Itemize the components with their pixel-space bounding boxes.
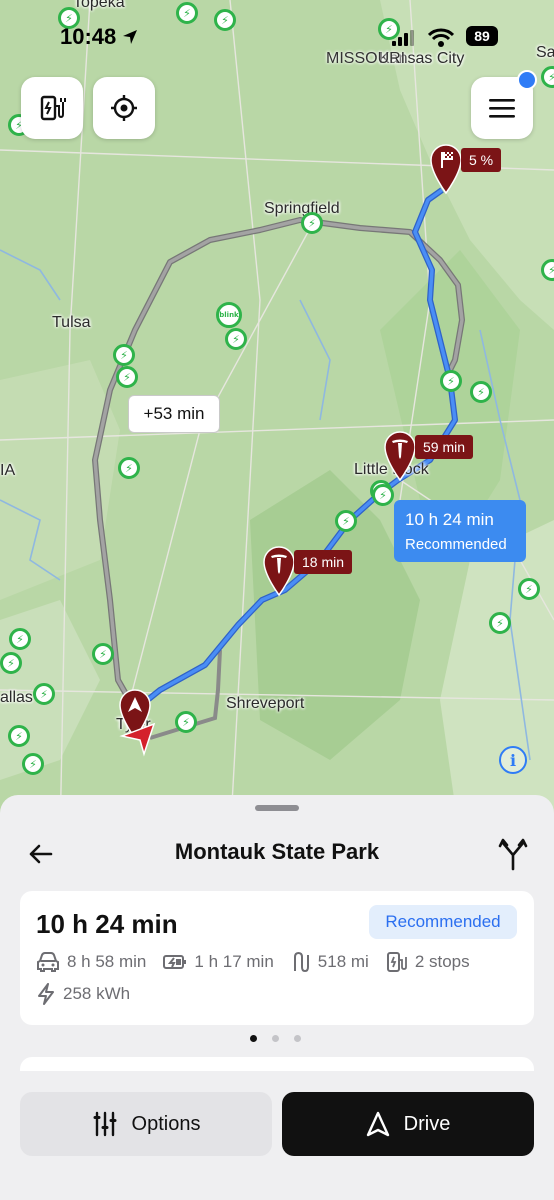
charge-time: 1 h 17 min bbox=[194, 952, 274, 971]
stop-duration-tag: 59 min bbox=[415, 435, 474, 459]
alternate-route-label[interactable]: +53 min bbox=[128, 395, 220, 433]
charger-marker[interactable] bbox=[301, 212, 323, 234]
distance-item: 518 mi bbox=[291, 951, 369, 973]
charger-marker[interactable] bbox=[116, 366, 138, 388]
route-meta-row: 8 h 58 min 1 h 17 min 518 mi 2 stops bbox=[36, 951, 487, 973]
info-icon[interactable]: i bbox=[499, 746, 527, 774]
drive-time-item: 8 h 58 min bbox=[36, 951, 146, 973]
charger-filter-button[interactable] bbox=[21, 77, 83, 139]
battery-charging-icon bbox=[163, 955, 187, 969]
charger-marker[interactable] bbox=[225, 328, 247, 350]
status-bar: 10:48 89 bbox=[0, 22, 554, 54]
options-button[interactable]: Options bbox=[20, 1092, 272, 1156]
lightning-bolt-icon bbox=[38, 983, 54, 1005]
energy-usage: 258 kWh bbox=[63, 984, 131, 1003]
drive-time: 8 h 58 min bbox=[67, 952, 147, 971]
route-options-fork-icon[interactable] bbox=[498, 837, 528, 871]
city-label-dallas: allas bbox=[0, 689, 33, 706]
sheet-header: Montauk State Park bbox=[0, 835, 554, 871]
total-duration: 10 h 24 min bbox=[36, 909, 178, 939]
pager-dot[interactable] bbox=[272, 1035, 279, 1042]
origin-pin[interactable] bbox=[118, 688, 158, 760]
state-label-missouri: MISSOURI bbox=[326, 50, 406, 67]
route-energy-row: 258 kWh bbox=[36, 983, 147, 1005]
stops-item: 2 stops bbox=[386, 951, 470, 973]
city-label-shreveport: Shreveport bbox=[226, 695, 305, 712]
charge-time-item: 1 h 17 min bbox=[163, 952, 274, 972]
action-bar: Options Drive bbox=[0, 1071, 554, 1200]
charger-marker[interactable] bbox=[372, 484, 394, 506]
recenter-button[interactable] bbox=[93, 77, 155, 139]
location-arrow-icon bbox=[123, 30, 138, 44]
charger-marker[interactable] bbox=[92, 643, 114, 665]
route-sheet[interactable]: Montauk State Park 10 h 24 min Recommend… bbox=[0, 795, 554, 1200]
crosshair-icon bbox=[111, 95, 137, 121]
charger-marker[interactable] bbox=[176, 2, 198, 24]
navigation-arrow-icon bbox=[366, 1111, 389, 1137]
notification-dot bbox=[517, 70, 537, 90]
battery-indicator: 89 bbox=[466, 26, 498, 46]
stop-duration-tag: 18 min bbox=[294, 550, 353, 574]
destination-battery-tag: 5 % bbox=[461, 148, 502, 172]
wifi-icon bbox=[428, 28, 454, 47]
destination-pin[interactable] bbox=[429, 143, 463, 195]
stop-pin-tesla[interactable] bbox=[383, 430, 417, 482]
energy-item: 258 kWh bbox=[36, 983, 130, 1005]
city-label-topeka: Topeka bbox=[73, 0, 125, 11]
charger-marker[interactable] bbox=[8, 725, 30, 747]
route-pager-dots[interactable] bbox=[250, 1035, 301, 1042]
status-time-text: 10:48 bbox=[60, 24, 117, 49]
cellular-signal-icon bbox=[392, 30, 414, 46]
charger-marker[interactable] bbox=[9, 628, 31, 650]
selected-route-tag: Recommended bbox=[405, 536, 507, 553]
stop-pin-tesla[interactable] bbox=[262, 545, 296, 597]
charger-marker[interactable] bbox=[175, 711, 197, 733]
car-icon bbox=[37, 952, 59, 972]
options-label: Options bbox=[131, 1112, 201, 1135]
city-label-springfield: Springfield bbox=[264, 200, 340, 217]
sliders-icon bbox=[93, 1111, 117, 1137]
charger-marker[interactable] bbox=[470, 381, 492, 403]
charger-marker[interactable] bbox=[113, 344, 135, 366]
pager-dot-active[interactable] bbox=[250, 1035, 257, 1042]
map-view[interactable]: Topeka Kansas City Springfield Tulsa Lit… bbox=[0, 0, 554, 840]
stops-count: 2 stops bbox=[414, 952, 470, 971]
charger-marker[interactable] bbox=[518, 578, 540, 600]
charger-marker[interactable] bbox=[118, 457, 140, 479]
distance: 518 mi bbox=[317, 952, 369, 971]
charging-station-icon bbox=[386, 952, 407, 972]
selected-route-label[interactable]: 10 h 24 min Recommended bbox=[394, 500, 526, 562]
drive-label: Drive bbox=[403, 1112, 451, 1135]
charging-station-icon bbox=[40, 95, 66, 121]
route-distance-icon bbox=[293, 951, 309, 973]
destination-title: Montauk State Park bbox=[174, 839, 380, 864]
charger-marker[interactable] bbox=[489, 612, 511, 634]
charger-marker[interactable] bbox=[22, 753, 44, 775]
route-summary-card[interactable]: 10 h 24 min Recommended 8 h 58 min 1 h 1… bbox=[20, 891, 534, 1025]
recommended-badge: Recommended bbox=[369, 905, 517, 939]
pager-dot[interactable] bbox=[294, 1035, 301, 1042]
city-label-ia: IA bbox=[0, 462, 16, 479]
sheet-grabber[interactable] bbox=[255, 805, 299, 811]
drive-button[interactable]: Drive bbox=[282, 1092, 534, 1156]
blink-charger-marker[interactable]: blink bbox=[216, 302, 242, 328]
selected-route-duration: 10 h 24 min bbox=[405, 510, 494, 529]
charger-marker[interactable] bbox=[335, 510, 357, 532]
hamburger-menu-icon bbox=[489, 99, 515, 118]
city-label-tulsa: Tulsa bbox=[52, 314, 91, 331]
charger-marker[interactable] bbox=[33, 683, 55, 705]
status-time: 10:48 bbox=[60, 24, 138, 50]
charger-marker[interactable] bbox=[0, 652, 22, 674]
charger-marker[interactable] bbox=[440, 370, 462, 392]
